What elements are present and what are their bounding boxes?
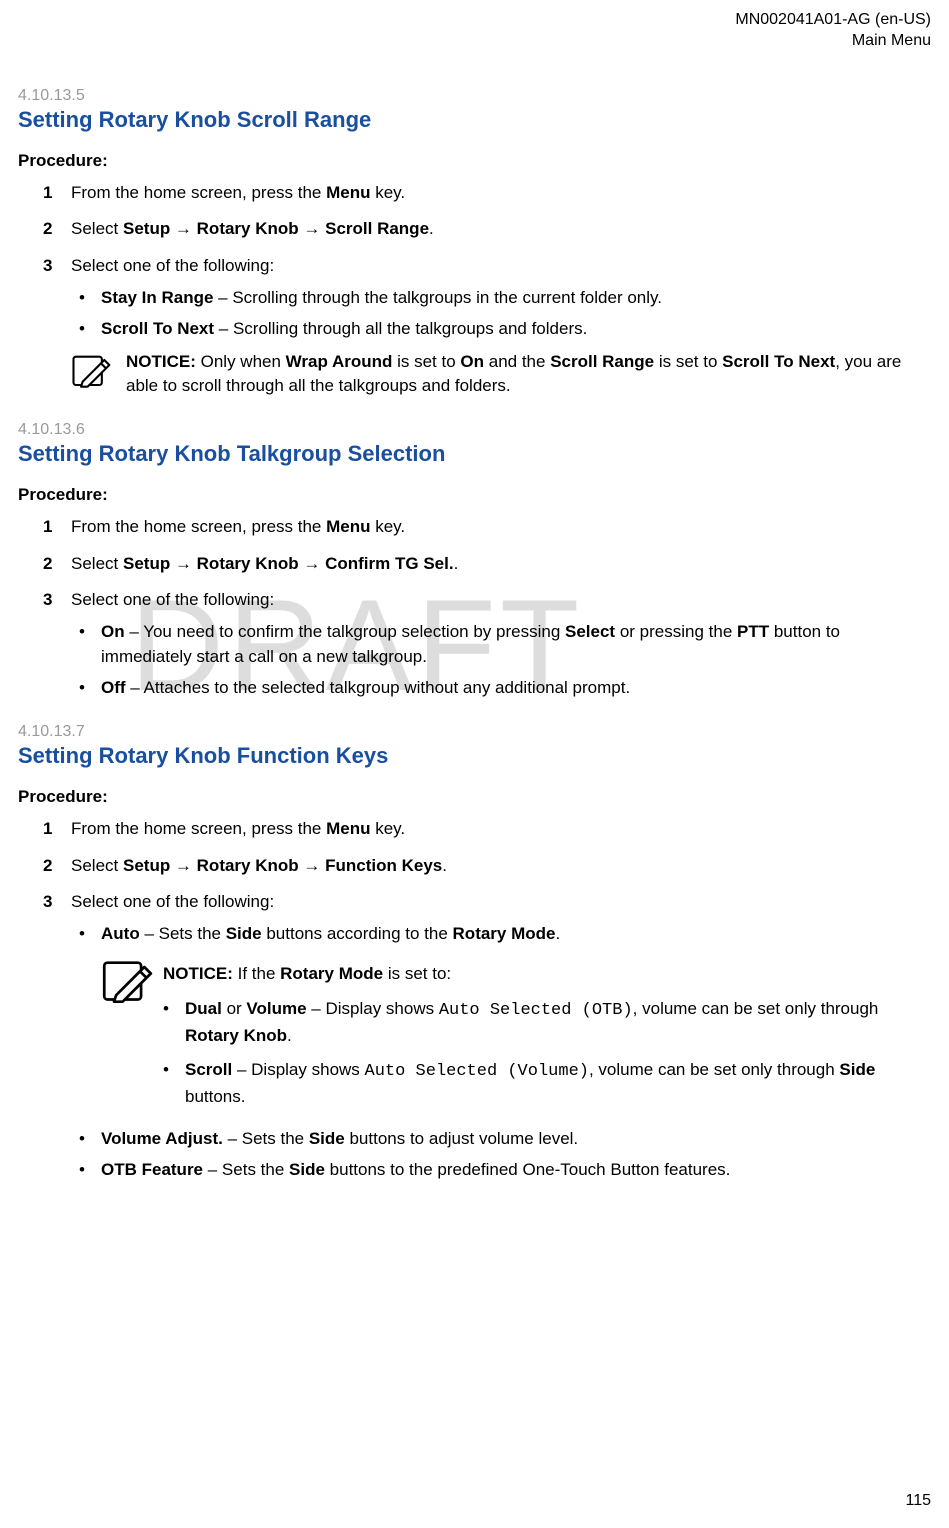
procedure-label: Procedure: — [18, 151, 931, 171]
procedure-label: Procedure: — [18, 787, 931, 807]
step-text: From the home screen, press the — [71, 819, 326, 838]
notice-icon — [71, 350, 111, 390]
step-text: . — [442, 856, 447, 875]
step-text: Select one of the following: — [71, 892, 274, 911]
steps-list: 1 From the home screen, press the Menu k… — [18, 817, 931, 1183]
section-talkgroup-selection: 4.10.13.6 Setting Rotary Knob Talkgroup … — [18, 421, 931, 701]
step-number: 1 — [43, 515, 52, 540]
section-title: Setting Rotary Knob Scroll Range — [18, 107, 931, 133]
section-number: 4.10.13.6 — [18, 421, 931, 439]
doc-section: Main Menu — [18, 31, 931, 52]
step-item: 3 Select one of the following: On – You … — [43, 588, 931, 701]
list-item: Volume Adjust. – Sets the Side buttons t… — [79, 1127, 931, 1152]
step-text: Select one of the following: — [71, 590, 274, 609]
sub-list: On – You need to confirm the talkgroup s… — [71, 620, 931, 701]
step-number: 3 — [43, 254, 52, 279]
step-text: key. — [371, 819, 406, 838]
step-number: 2 — [43, 552, 52, 577]
step-item: 2 Select Setup → Rotary Knob → Scroll Ra… — [43, 217, 931, 242]
step-item: 1 From the home screen, press the Menu k… — [43, 515, 931, 540]
section-title: Setting Rotary Knob Function Keys — [18, 743, 931, 769]
list-item: Auto – Sets the Side buttons according t… — [79, 922, 931, 1120]
option-name: Stay In Range — [101, 288, 213, 307]
list-item: Scroll – Display shows Auto Selected (Vo… — [163, 1058, 931, 1109]
option-name: Volume Adjust. — [101, 1129, 223, 1148]
option-name: OTB Feature — [101, 1160, 203, 1179]
list-item: Off – Attaches to the selected talkgroup… — [79, 676, 931, 701]
option-desc: – Scrolling through the talkgroups in th… — [213, 288, 662, 307]
inner-list: Dual or Volume – Display shows Auto Sele… — [163, 997, 931, 1110]
step-number: 3 — [43, 588, 52, 613]
step-path: Setup → Rotary Knob → Confirm TG Sel. — [123, 554, 454, 573]
step-item: 1 From the home screen, press the Menu k… — [43, 181, 931, 206]
option-name: Off — [101, 678, 126, 697]
step-path: Setup → Rotary Knob → Scroll Range — [123, 219, 429, 238]
list-item: OTB Feature – Sets the Side buttons to t… — [79, 1158, 931, 1183]
option-name: Auto — [101, 924, 140, 943]
sub-list: Stay In Range – Scrolling through the ta… — [71, 286, 931, 342]
sub-list: Auto – Sets the Side buttons according t… — [71, 922, 931, 1183]
step-text: . — [454, 554, 459, 573]
section-number: 4.10.13.7 — [18, 723, 931, 741]
step-item: 2 Select Setup → Rotary Knob → Function … — [43, 854, 931, 879]
step-number: 3 — [43, 890, 52, 915]
step-text: key. — [371, 183, 406, 202]
doc-id: MN002041A01-AG (en-US) — [18, 10, 931, 31]
notice-block: NOTICE: If the Rotary Mode is set to: Du… — [101, 954, 931, 1119]
section-title: Setting Rotary Knob Talkgroup Selection — [18, 441, 931, 467]
step-number: 1 — [43, 181, 52, 206]
steps-list: 1 From the home screen, press the Menu k… — [18, 515, 931, 701]
step-bold: Menu — [326, 517, 370, 536]
step-item: 2 Select Setup → Rotary Knob → Confirm T… — [43, 552, 931, 577]
step-text: Select — [71, 554, 123, 573]
procedure-label: Procedure: — [18, 485, 931, 505]
section-scroll-range: 4.10.13.5 Setting Rotary Knob Scroll Ran… — [18, 87, 931, 399]
list-item: Dual or Volume – Display shows Auto Sele… — [163, 997, 931, 1048]
notice-text: NOTICE: If the Rotary Mode is set to: Du… — [163, 954, 931, 1119]
option-name: On — [101, 622, 125, 641]
step-text: Select — [71, 219, 123, 238]
option-name: Scroll To Next — [101, 319, 214, 338]
step-text: key. — [371, 517, 406, 536]
step-item: 3 Select one of the following: Stay In R… — [43, 254, 931, 399]
page-number: 115 — [905, 1492, 931, 1510]
step-text: . — [429, 219, 434, 238]
list-item: Scroll To Next – Scrolling through all t… — [79, 317, 931, 342]
step-item: 3 Select one of the following: Auto – Se… — [43, 890, 931, 1183]
notice-icon — [101, 954, 153, 1006]
step-number: 2 — [43, 217, 52, 242]
step-bold: Menu — [326, 819, 370, 838]
step-text: From the home screen, press the — [71, 183, 326, 202]
notice-text: NOTICE: Only when Wrap Around is set to … — [126, 350, 931, 399]
section-number: 4.10.13.5 — [18, 87, 931, 105]
step-text: Select one of the following: — [71, 256, 274, 275]
step-bold: Menu — [326, 183, 370, 202]
list-item: On – You need to confirm the talkgroup s… — [79, 620, 931, 669]
option-desc: – Scrolling through all the talkgroups a… — [214, 319, 587, 338]
option-desc: – Attaches to the selected talkgroup wit… — [126, 678, 631, 697]
steps-list: 1 From the home screen, press the Menu k… — [18, 181, 931, 399]
list-item: Stay In Range – Scrolling through the ta… — [79, 286, 931, 311]
notice-block: NOTICE: Only when Wrap Around is set to … — [71, 350, 931, 399]
step-number: 2 — [43, 854, 52, 879]
step-text: Select — [71, 856, 123, 875]
step-path: Setup → Rotary Knob → Function Keys — [123, 856, 442, 875]
notice-label: NOTICE: — [126, 352, 196, 371]
step-item: 1 From the home screen, press the Menu k… — [43, 817, 931, 842]
page-header: MN002041A01-AG (en-US) Main Menu — [18, 10, 931, 52]
step-number: 1 — [43, 817, 52, 842]
notice-label: NOTICE: — [163, 964, 233, 983]
section-function-keys: 4.10.13.7 Setting Rotary Knob Function K… — [18, 723, 931, 1183]
step-text: From the home screen, press the — [71, 517, 326, 536]
